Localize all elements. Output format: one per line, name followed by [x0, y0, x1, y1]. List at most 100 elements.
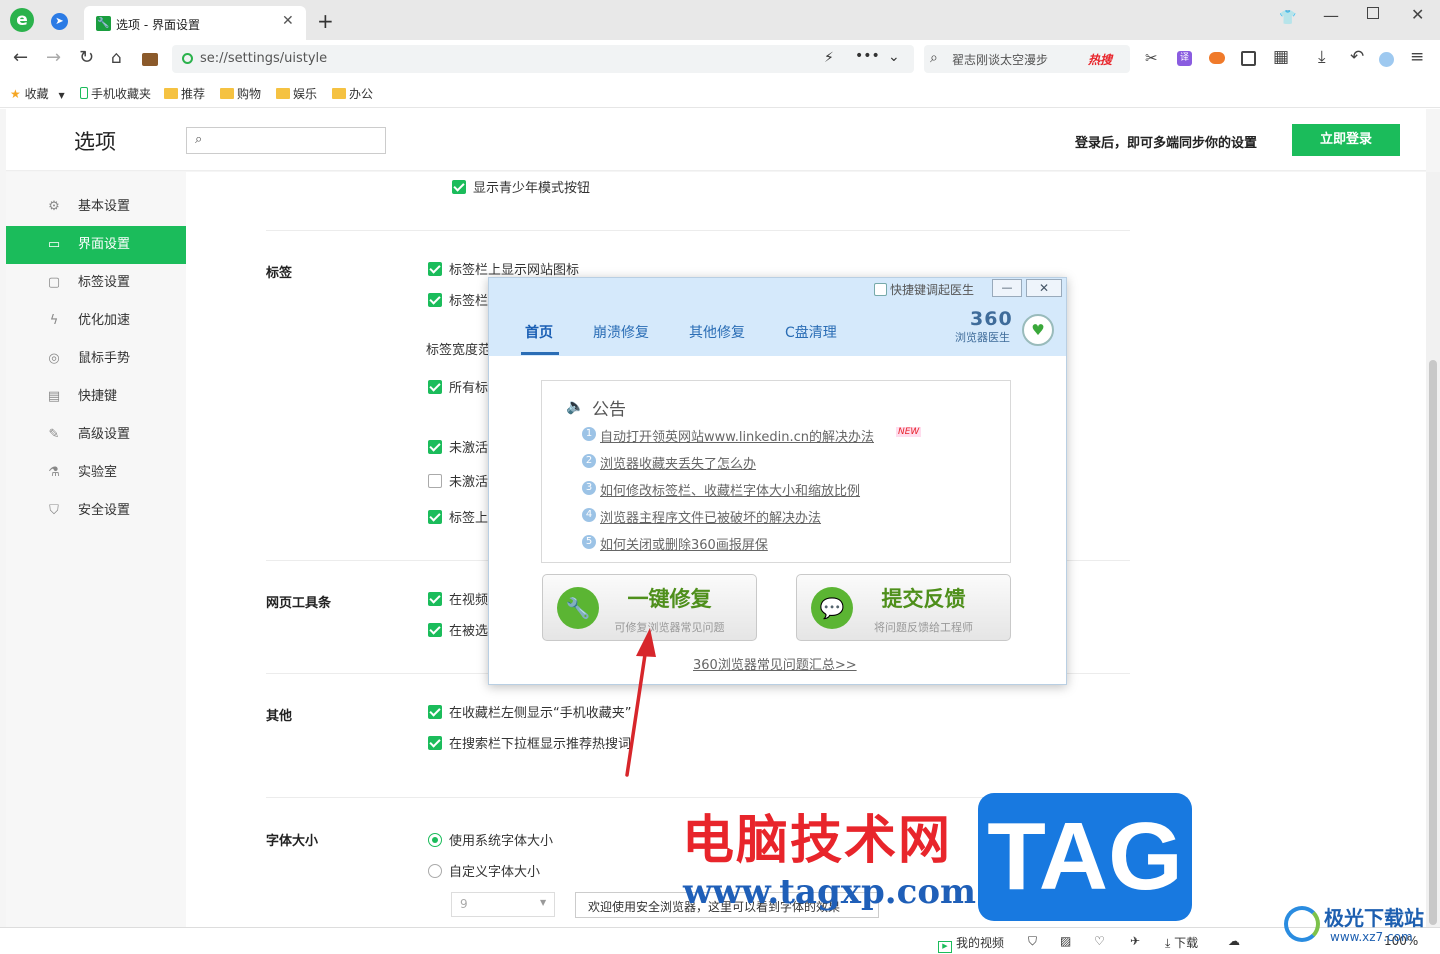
custom-font-radio[interactable]: 自定义字体大小 [428, 861, 540, 880]
shield-icon: ⛉ [49, 503, 59, 518]
shield-icon[interactable]: ⛉ [1028, 934, 1037, 949]
sidebar-item-shortcuts[interactable]: ▤ 快捷键 [6, 378, 186, 416]
selected-toolbar-checkbox[interactable]: 在被选 [428, 623, 488, 639]
bookmark-mobile[interactable]: 手机收藏夹 [80, 85, 151, 102]
tab-option-checkbox[interactable]: 标签栏 [428, 293, 488, 309]
scrollbar-thumb[interactable] [1429, 360, 1437, 925]
tab-underline [521, 352, 559, 355]
rocket-icon[interactable]: ✈ [1130, 934, 1140, 948]
forward-icon[interactable]: → [46, 49, 61, 67]
scrollbar[interactable] [1426, 172, 1440, 927]
settings-sidebar: ⚙ 基本设置 ▭ 界面设置 ▢ 标签设置 ϟ 优化加速 ◎ 鼠标手势 ▤ 快捷键 ✎ 高级设置… [6, 172, 186, 927]
search-box[interactable]: ⌕ 翟志刚谈太空漫步 热搜 [924, 45, 1130, 73]
game-icon[interactable] [1209, 52, 1225, 64]
download-button[interactable]: ⤓ 下载 [1165, 934, 1198, 951]
bookmark-folder-2[interactable]: 购物 [220, 85, 261, 102]
system-font-radio[interactable]: 使用系统字体大小 [428, 830, 553, 849]
menu-icon[interactable]: ≡ [1410, 49, 1424, 66]
teen-mode-checkbox[interactable]: 显示青少年模式按钮 [452, 180, 590, 196]
notice-link-2[interactable]: 浏览器收藏夹丢失了怎么办 [600, 453, 756, 472]
translate-icon[interactable]: 译 [1177, 51, 1192, 66]
flash-icon[interactable]: ⚡ [824, 50, 834, 66]
more-icon[interactable]: ••• [855, 48, 880, 64]
favorites-button[interactable]: ★ 收藏 ▼ [10, 85, 65, 102]
sidebar-item-speed[interactable]: ϟ 优化加速 [6, 302, 186, 340]
submit-feedback-button[interactable]: 💬 提交反馈 将问题反馈给工程师 [796, 574, 1011, 641]
notice-link-4[interactable]: 浏览器主程序文件已被破坏的解决办法 [600, 507, 821, 526]
faq-link[interactable]: 360浏览器常见问题汇总>> [693, 654, 857, 673]
address-text: se://settings/uistyle [200, 51, 328, 66]
address-bar[interactable]: se://settings/uistyle ⚡ ••• ⌄ [172, 45, 914, 73]
minimize-icon[interactable]: — [1323, 6, 1339, 25]
doctor-tab-home[interactable]: 首页 [525, 322, 553, 342]
sidebar-item-security[interactable]: ⛉ 安全设置 [6, 492, 186, 530]
notice-link-1[interactable]: 自动打开领英网站www.linkedin.cn的解决办法 [600, 426, 874, 445]
undo-icon[interactable]: ↶ [1350, 49, 1364, 66]
settings-header: 选项 ⌕ 登录后，即可多端同步你的设置 立即登录 [6, 109, 1426, 171]
aurora-logo-icon [1284, 906, 1320, 942]
home-icon[interactable]: ⌂ [111, 50, 122, 67]
site-name: 极光下载站 [1324, 906, 1424, 930]
section-toolbar-heading: 网页工具条 [266, 596, 332, 611]
cloud-icon[interactable]: ☁ [1228, 934, 1240, 948]
bolt-icon: ϟ [49, 313, 59, 328]
send-icon[interactable]: ➤ [51, 13, 68, 30]
search-text: 翟志刚谈太空漫步 [952, 53, 1049, 67]
bookmark-folder-4[interactable]: 办公 [332, 85, 373, 102]
dialog-minimize-icon[interactable]: — [992, 279, 1022, 297]
sidebar-item-lab[interactable]: ⚗ 实验室 [6, 454, 186, 492]
image-icon[interactable]: ▨ [1060, 934, 1071, 948]
notice-number: 2 [582, 454, 596, 468]
dialog-close-icon[interactable]: ✕ [1026, 279, 1062, 297]
sidebar-item-mouse[interactable]: ◎ 鼠标手势 [6, 340, 186, 378]
sidebar-item-ui[interactable]: ▭ 界面设置 [6, 226, 186, 264]
close-tab-icon[interactable]: ✕ [282, 13, 294, 29]
wrench-icon: ✎ [48, 427, 60, 442]
login-button[interactable]: 立即登录 [1292, 124, 1400, 156]
bookmark-folder-3[interactable]: 娱乐 [276, 85, 317, 102]
back-icon[interactable]: ← [13, 49, 28, 67]
browser-logo-icon[interactable]: e [10, 8, 34, 32]
sidebar-item-basic[interactable]: ⚙ 基本设置 [6, 188, 186, 226]
refresh-icon[interactable]: ↻ [79, 49, 94, 67]
doctor-tab-disk[interactable]: C盘清理 [785, 322, 837, 342]
all-tabs-checkbox[interactable]: 所有标 [428, 380, 488, 396]
gear-icon: ⚙ [48, 199, 60, 214]
scissors-icon[interactable]: ✂ [1145, 50, 1158, 66]
reader-icon[interactable] [1241, 51, 1256, 66]
cloud-icon[interactable] [1379, 52, 1394, 67]
sidebar-item-tabs[interactable]: ▢ 标签设置 [6, 264, 186, 302]
doctor-tab-other[interactable]: 其他修复 [689, 322, 745, 342]
settings-search-input[interactable]: ⌕ [186, 127, 386, 154]
sidebar-item-advanced[interactable]: ✎ 高级设置 [6, 416, 186, 454]
arrow-shaft [625, 646, 648, 777]
tab-on-checkbox[interactable]: 标签上 [428, 510, 488, 526]
maximize-icon[interactable] [1367, 7, 1379, 19]
inactive-tab-checkbox-2[interactable]: 未激活 [428, 474, 488, 490]
shortcut-doctor-checkbox[interactable]: 快捷键调起医生 [874, 282, 974, 298]
new-tab-icon[interactable]: + [317, 9, 334, 33]
doctor-brand-name: 浏览器医生 [955, 331, 1010, 344]
notice-link-5[interactable]: 如何关闭或删除360画报屏保 [600, 534, 768, 553]
repair-title: 一键修复 [627, 587, 712, 611]
download-icon[interactable]: ⤓ [1318, 49, 1326, 66]
apps-grid-icon[interactable]: ▦ [1273, 49, 1289, 66]
notice-link-3[interactable]: 如何修改标签栏、收藏栏字体大小和缩放比例 [600, 480, 860, 499]
skin-icon[interactable]: 👕 [1279, 10, 1296, 26]
my-video-button[interactable]: ▶ 我的视频 [938, 934, 1004, 953]
inactive-tab-checkbox-1[interactable]: 未激活 [428, 440, 488, 456]
hot-search-badge[interactable]: 热搜 [1088, 51, 1112, 68]
close-window-icon[interactable]: ✕ [1411, 5, 1424, 24]
feedback-subtitle: 将问题反馈给工程师 [874, 621, 973, 634]
heart-icon[interactable]: ♡ [1094, 934, 1105, 948]
briefcase-icon[interactable] [142, 53, 158, 66]
tab-favicon-checkbox[interactable]: 标签栏上显示网站图标 [428, 262, 579, 278]
notice-title: 公告 [592, 400, 626, 420]
video-toolbar-checkbox[interactable]: 在视频 [428, 592, 488, 608]
bookmark-folder-1[interactable]: 推荐 [164, 85, 205, 102]
tab-settings[interactable]: 🔧 选项 - 界面设置 ✕ [84, 6, 306, 40]
font-size-select[interactable]: 9 ▼ [451, 892, 555, 917]
chevron-down-icon[interactable]: ⌄ [888, 49, 900, 65]
doctor-tab-crash[interactable]: 崩溃修复 [593, 322, 649, 342]
site-watermark: 极光下载站 www.xz7.com [1284, 900, 1434, 950]
